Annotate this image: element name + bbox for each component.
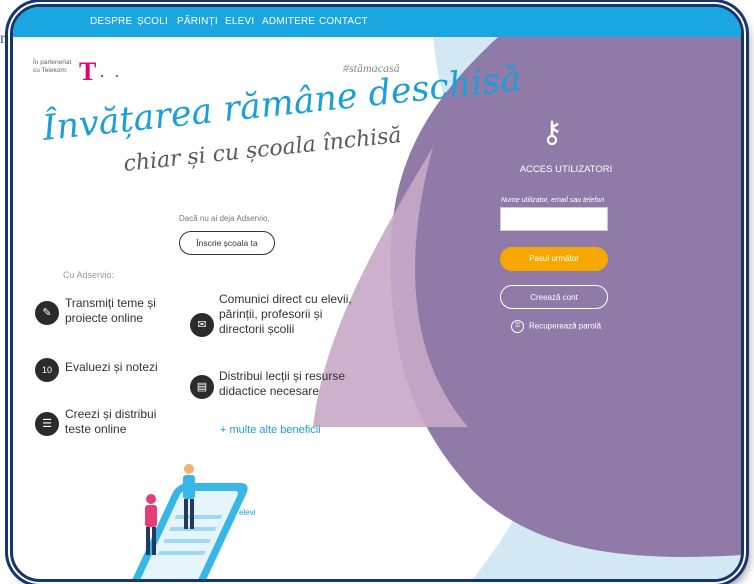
feature-teste: Creezi și distribui teste online xyxy=(65,407,157,436)
nav-contact[interactable]: CONTACT xyxy=(319,16,368,27)
feature-distribui: Distribui lecții și resurse didactice ne… xyxy=(219,369,346,398)
top-nav-bar: DESPRE ȘCOLI PĂRINȚI ELEVI ADMITERE CONT… xyxy=(13,7,741,37)
document-icon: ▤ xyxy=(190,375,214,399)
nav-despre[interactable]: DESPRE xyxy=(90,16,132,27)
username-label: Nume utilizator, email sau telefon xyxy=(501,197,605,204)
telekom-logo: T xyxy=(79,57,97,86)
feature-evaluezi: Evaluezi și notezi xyxy=(65,360,158,374)
recover-password-label: Recuperează parolă xyxy=(529,321,602,331)
phone-illustration: elevi xyxy=(130,464,256,579)
next-step-button[interactable]: Pasul următor xyxy=(500,247,608,271)
test-list-icon: ☰ xyxy=(35,412,59,436)
username-input[interactable] xyxy=(500,207,608,231)
browser-screenshot-frame: DESPRE ȘCOLI PĂRINȚI ELEVI ADMITERE CONT… xyxy=(10,4,744,582)
nav-scoli[interactable]: ȘCOLI xyxy=(137,16,168,27)
grade-ten-icon: 10 xyxy=(35,358,59,382)
telekom-logo-dots: · · xyxy=(99,65,122,85)
feature-teme: Transmiți teme și proiecte online xyxy=(65,296,156,325)
nav-parinti[interactable]: PĂRINȚI xyxy=(177,16,218,27)
envelope-icon: ✉ xyxy=(190,313,214,337)
create-account-button[interactable]: Creează cont xyxy=(500,285,608,309)
nav-elevi[interactable]: ELEVI xyxy=(225,16,254,27)
features-heading: Cu Adservio: xyxy=(63,270,115,280)
more-benefits-link[interactable]: + multe alte beneficii xyxy=(220,424,321,436)
recover-password-link[interactable]: ⚿ Recuperează parolă xyxy=(511,320,601,333)
register-hint: Dacă nu ai deja Adservio, xyxy=(179,214,270,223)
login-title: ACCES UTILIZATORI xyxy=(519,164,613,175)
keys-icon: ⚷ xyxy=(541,116,563,149)
nav-admitere[interactable]: ADMITERE xyxy=(262,16,315,27)
lock-icon: ⚿ xyxy=(511,320,524,333)
register-school-button[interactable]: Înscrie școala ta xyxy=(179,231,275,255)
partner-text: În parteneriat cu Telekom: xyxy=(33,59,72,74)
feature-comunici: Comunici direct cu elevii, părinții, pro… xyxy=(219,292,352,336)
pencil-note-icon: ✎ xyxy=(35,301,59,325)
phone-label: elevi xyxy=(239,508,256,517)
